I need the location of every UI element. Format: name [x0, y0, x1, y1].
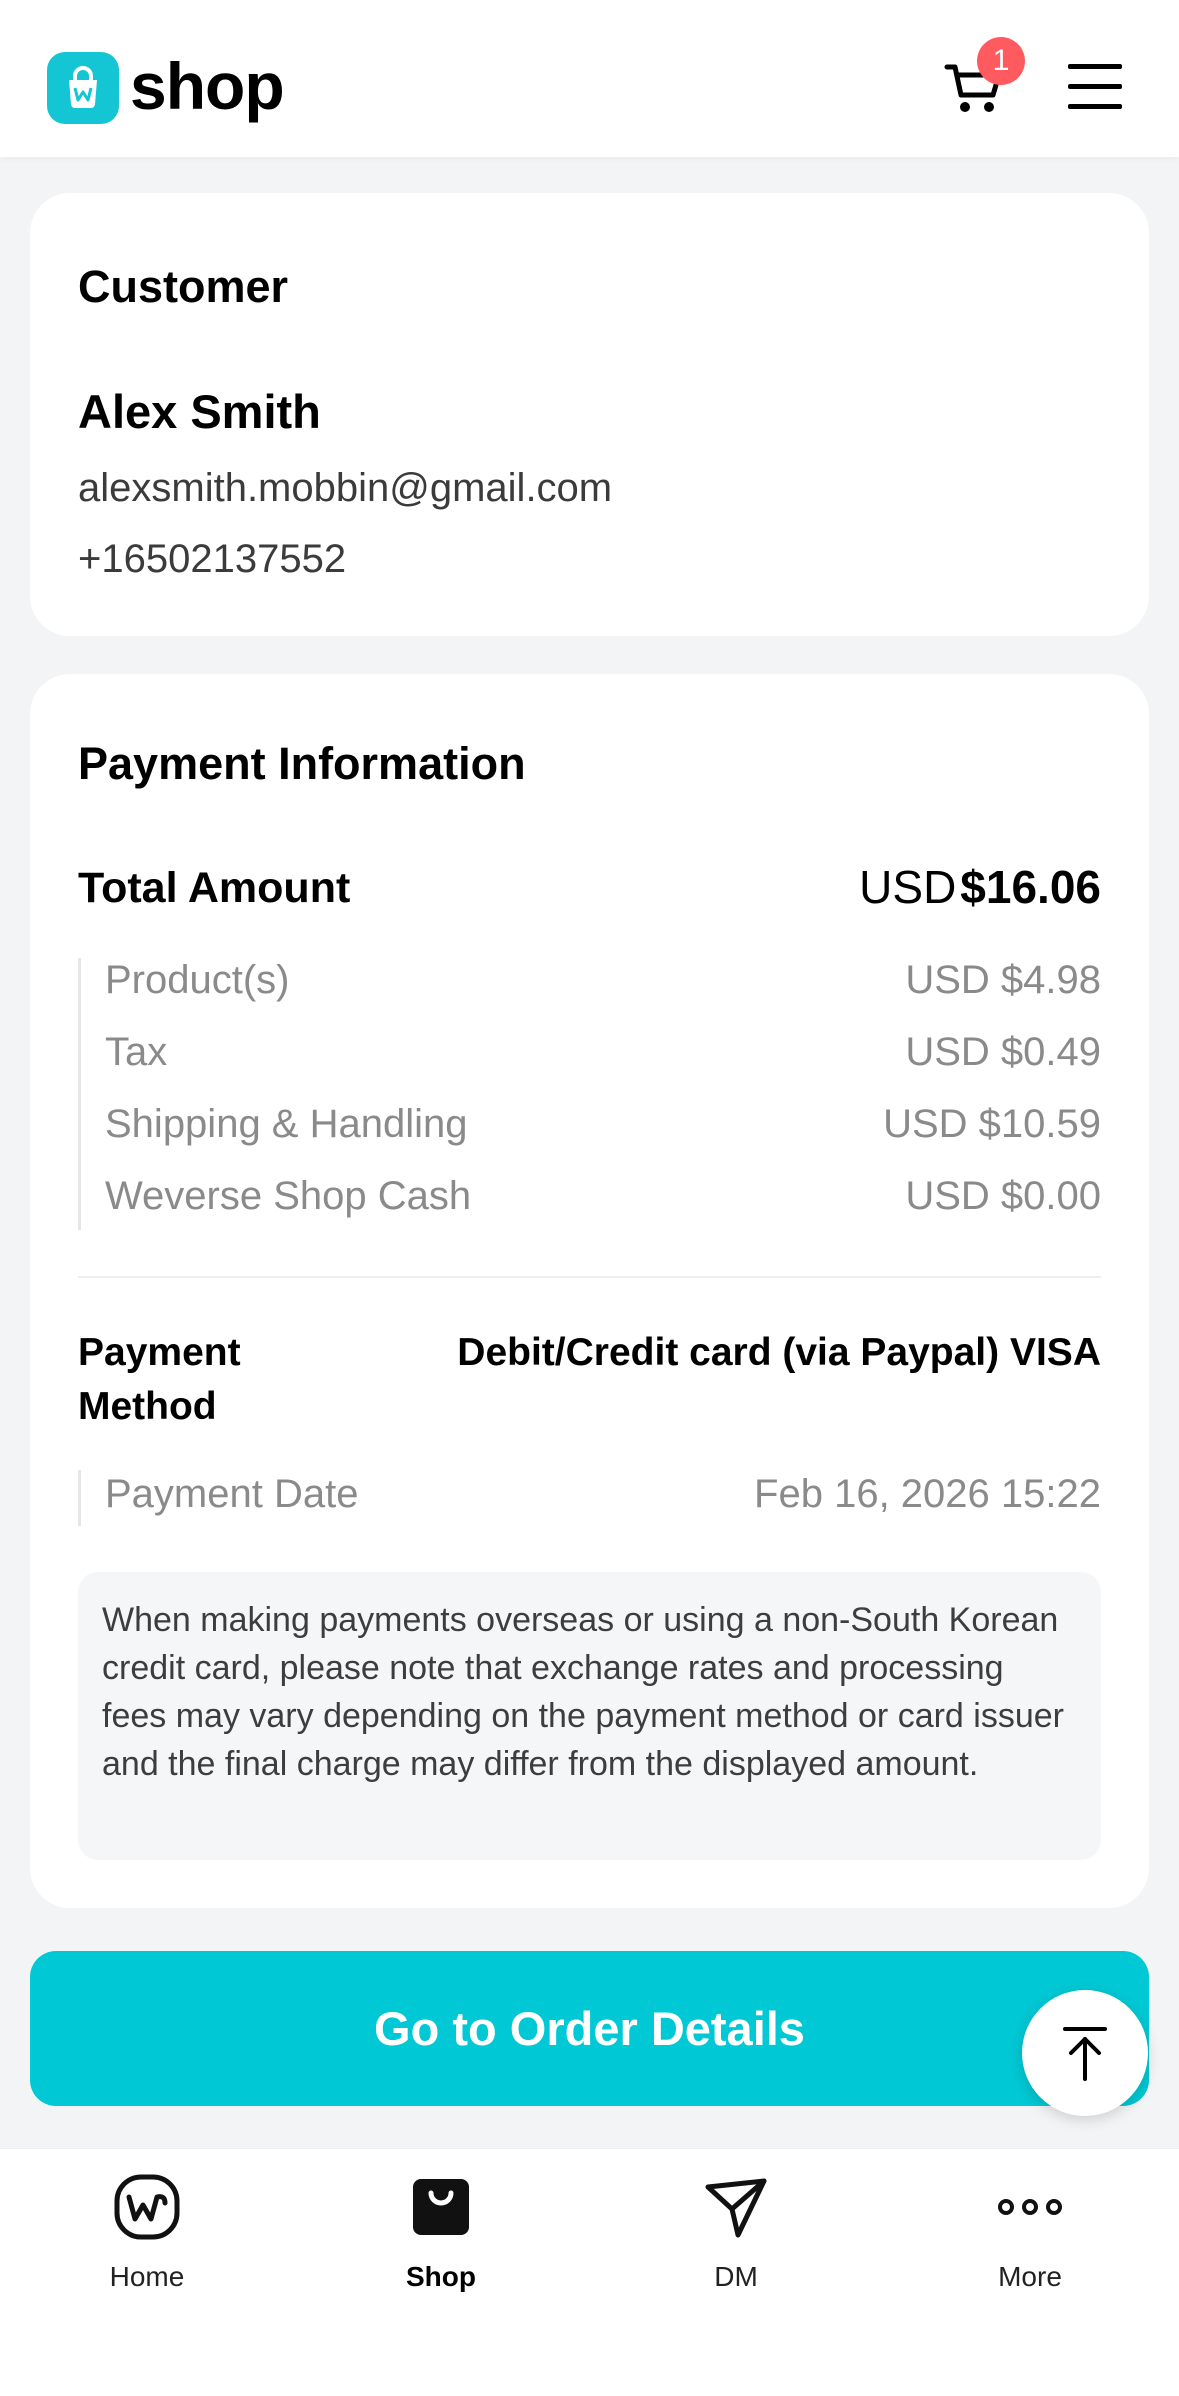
nav-label: More [998, 2261, 1062, 2292]
customer-email: alexsmith.mobbin@gmail.com [78, 466, 613, 510]
payment-date-label: Payment Date [105, 1472, 359, 1516]
nav-item-shop[interactable]: Shop [341, 2173, 541, 2323]
divider [78, 1276, 1101, 1278]
breakdown-value: USD $0.00 [905, 1174, 1101, 1218]
nav-label: DM [714, 2261, 758, 2292]
breakdown-row-shipping: Shipping & Handling USD $10.59 [105, 1102, 1101, 1158]
total-currency: USD [859, 861, 957, 913]
breakdown-label: Shipping & Handling [105, 1102, 468, 1146]
payment-date-value: Feb 16, 2026 15:22 [754, 1472, 1101, 1516]
customer-title: Customer [78, 261, 289, 312]
nav-label: Home [109, 2261, 185, 2292]
scroll-to-top-button[interactable] [1022, 1990, 1148, 2116]
breakdown-value: USD $10.59 [883, 1102, 1101, 1146]
order-complete-page: shop 1 Customer Alex Smith alexsmith.mob… [0, 0, 1179, 2396]
customer-phone: +16502137552 [78, 537, 347, 581]
nav-item-dm[interactable]: DM [636, 2173, 836, 2323]
payment-method-value: Debit/Credit card (via Paypal) VISA [457, 1331, 1101, 1374]
hamburger-menu-icon[interactable] [1068, 60, 1122, 114]
total-amount: $16.06 [960, 861, 1101, 913]
breakdown-label: Tax [105, 1030, 168, 1074]
shopping-bag-icon [413, 2179, 469, 2235]
payment-date-row: Payment Date Feb 16, 2026 15:22 [78, 1470, 1101, 1526]
total-amount-label: Total Amount [78, 864, 351, 912]
nav-item-home[interactable]: Home [47, 2173, 247, 2323]
nav-item-more[interactable]: More [930, 2173, 1130, 2323]
payment-title: Payment Information [78, 738, 526, 789]
nav-label: Shop [406, 2261, 476, 2292]
arrow-up-icon [1063, 2027, 1107, 2081]
payment-method-label: Payment Method [78, 1331, 241, 1428]
more-dots-icon [998, 2199, 1062, 2215]
cart-count-badge: 1 [977, 37, 1025, 85]
payment-notice: When making payments overseas or using a… [78, 1572, 1101, 1860]
app-header: shop 1 [0, 0, 1179, 157]
total-amount-value: USD$16.06 [859, 860, 1101, 914]
breakdown-value: USD $0.49 [905, 1030, 1101, 1074]
paper-plane-icon [705, 2178, 767, 2238]
weverse-shop-logo-icon[interactable] [47, 52, 119, 124]
breakdown-row-products: Product(s) USD $4.98 [105, 958, 1101, 1014]
breakdown-label: Product(s) [105, 958, 290, 1002]
amount-breakdown: Product(s) USD $4.98 Tax USD $0.49 Shipp… [78, 958, 1101, 1230]
breakdown-label: Weverse Shop Cash [105, 1174, 472, 1218]
payment-info-card: Payment Information Total Amount USD$16.… [30, 674, 1149, 1908]
breakdown-value: USD $4.98 [905, 958, 1101, 1002]
breakdown-row-tax: Tax USD $0.49 [105, 1030, 1101, 1086]
customer-name: Alex Smith [78, 385, 321, 438]
breakdown-row-shop-cash: Weverse Shop Cash USD $0.00 [105, 1174, 1101, 1230]
go-to-order-details-button[interactable]: Go to Order Details [30, 1951, 1149, 2106]
weverse-home-icon [114, 2174, 180, 2240]
app-name: shop [130, 49, 285, 123]
customer-card: Customer Alex Smith alexsmith.mobbin@gma… [30, 193, 1149, 636]
bottom-nav: Home Shop DM More [0, 2148, 1179, 2396]
